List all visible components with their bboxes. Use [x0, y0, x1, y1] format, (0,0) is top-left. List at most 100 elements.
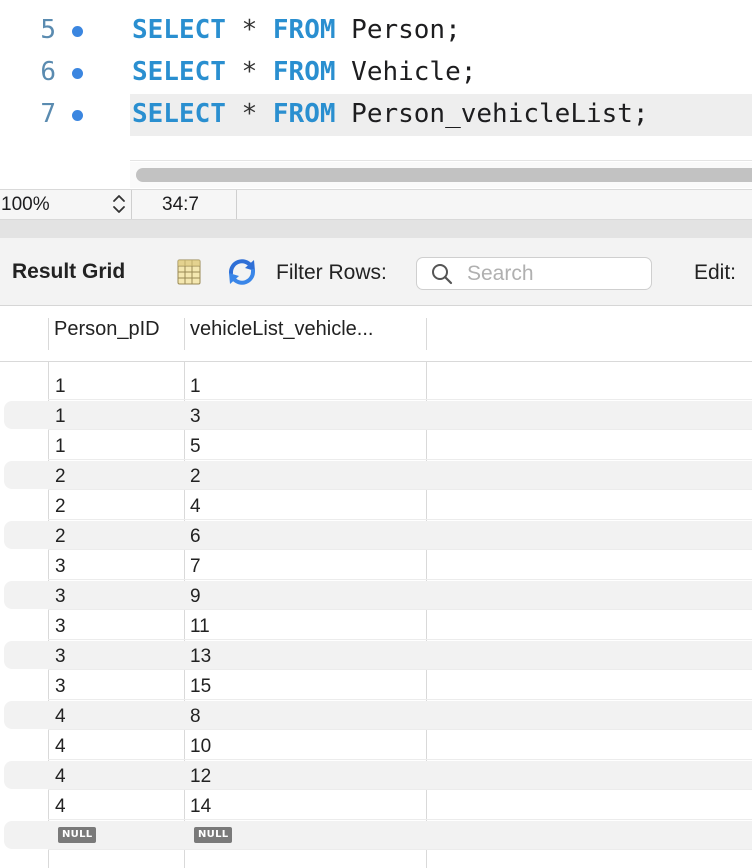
row-stripe	[4, 581, 752, 609]
table-row[interactable]: 26	[0, 520, 752, 550]
panel-splitter[interactable]	[0, 220, 752, 238]
table-cell[interactable]: 10	[190, 736, 211, 758]
table-cell[interactable]: 5	[190, 436, 201, 458]
table-row[interactable]: 3 11	[0, 610, 752, 640]
table-cell[interactable]: 3	[55, 646, 66, 668]
code-token: Person;	[335, 15, 461, 45]
row-stripe	[4, 821, 752, 849]
table-cell[interactable]: 4	[55, 736, 66, 758]
sql-editor[interactable]: 5 SELECT * FROM Person; 6 SELECT * FROM Veh…	[0, 0, 752, 160]
table-cell[interactable]: 3	[55, 676, 66, 698]
chevron-updown-icon	[113, 195, 125, 213]
table-row[interactable]: 4 12	[0, 760, 752, 790]
table-cell[interactable]: 6	[190, 526, 201, 548]
table-cell[interactable]: 2	[55, 526, 66, 548]
table-cell[interactable]: 11	[190, 616, 210, 638]
statement-marker-icon[interactable]	[72, 68, 83, 79]
sql-keyword: SELECT	[132, 15, 226, 45]
row-gridline	[48, 849, 752, 850]
table-cell[interactable]: 1	[190, 376, 201, 398]
row-stripe	[4, 701, 752, 729]
row-stripe	[4, 461, 752, 489]
column-divider[interactable]	[48, 318, 49, 350]
cursor-position-value: 34:7	[162, 194, 199, 215]
statement-marker-icon[interactable]	[72, 110, 83, 121]
table-cell[interactable]: 2	[190, 466, 201, 488]
table-cell[interactable]: 2	[55, 496, 66, 518]
search-field[interactable]	[416, 257, 652, 290]
code-line[interactable]: 6 SELECT * FROM Vehicle;	[0, 52, 752, 94]
line-number: 5	[40, 15, 56, 45]
statement-marker-icon[interactable]	[72, 26, 83, 37]
row-stripe	[4, 761, 752, 789]
table-row[interactable]: 22	[0, 460, 752, 490]
zoom-value: 100%	[1, 194, 50, 215]
null-badge[interactable]: NULL	[58, 827, 97, 843]
code-token: Vehicle;	[335, 57, 477, 87]
horizontal-scrollbar-thumb[interactable]	[136, 168, 752, 182]
column-divider[interactable]	[184, 318, 185, 350]
code-token: *	[241, 57, 258, 87]
table-cell[interactable]: 14	[190, 796, 211, 818]
result-grid[interactable]: Person_pID vehicleList_vehicle... 111315…	[0, 306, 752, 868]
code-text: SELECT * FROM Person_vehicleList;	[132, 99, 649, 129]
table-row[interactable]: 11	[0, 370, 752, 400]
table-cell[interactable]: 3	[55, 556, 66, 578]
table-cell[interactable]: 1	[55, 376, 66, 398]
column-header-person-pid[interactable]: Person_pID	[54, 318, 160, 350]
editor-divider	[130, 160, 752, 161]
table-row[interactable]: 24	[0, 490, 752, 520]
table-cell[interactable]: 9	[190, 586, 201, 608]
table-cell[interactable]: 4	[55, 766, 66, 788]
refresh-icon[interactable]	[224, 257, 260, 287]
table-cell[interactable]: 3	[55, 616, 66, 638]
cursor-position: 34:7	[133, 190, 237, 219]
grid-view-icon[interactable]	[174, 258, 204, 286]
row-stripe	[4, 401, 752, 429]
row-stripe	[4, 641, 752, 669]
code-line[interactable]: 5 SELECT * FROM Person;	[0, 10, 752, 52]
table-cell[interactable]: 4	[55, 706, 66, 728]
column-divider[interactable]	[426, 318, 427, 350]
table-row[interactable]: 4 10	[0, 730, 752, 760]
table-cell[interactable]: 1	[55, 436, 66, 458]
table-cell[interactable]: 8	[190, 706, 201, 728]
table-row[interactable]: 3 13	[0, 640, 752, 670]
table-row[interactable]: 48	[0, 700, 752, 730]
table-row[interactable]: 37	[0, 550, 752, 580]
table-row[interactable]: 13	[0, 400, 752, 430]
code-line[interactable]: 7 SELECT * FROM Person_vehicleList;	[0, 94, 752, 136]
zoom-select[interactable]: 100%	[0, 190, 132, 219]
table-row[interactable]: 4 14	[0, 790, 752, 820]
search-input[interactable]	[467, 261, 643, 286]
code-token: Person_vehicleList;	[335, 99, 649, 129]
table-cell[interactable]: 3	[190, 406, 201, 428]
result-grid-tab[interactable]: Result Grid	[12, 260, 125, 284]
table-row[interactable]: 3 15	[0, 670, 752, 700]
sql-keyword: FROM	[272, 57, 336, 87]
table-cell[interactable]: 12	[190, 766, 211, 788]
table-cell[interactable]: 2	[55, 466, 66, 488]
table-cell[interactable]: 4	[190, 496, 201, 518]
table-row[interactable]: 39	[0, 580, 752, 610]
table-cell[interactable]: 15	[190, 676, 211, 698]
null-badge[interactable]: NULL	[194, 827, 233, 843]
search-icon	[432, 264, 453, 285]
sql-keyword: FROM	[272, 99, 336, 129]
table-cell[interactable]: 1	[55, 406, 66, 428]
column-header-vehiclelist[interactable]: vehicleList_vehicle...	[190, 318, 373, 350]
table-cell[interactable]: 3	[55, 586, 66, 608]
grid-rows: 1 1 1 3 1 5 2 2 2 4 2 6 3 7 3 9 3 11 3 13 3 15 4 8 4 10 4 12 4 14 NULL…	[0, 370, 752, 850]
table-cell[interactable]: 13	[190, 646, 211, 668]
table-cell[interactable]: 7	[190, 556, 201, 578]
table-cell[interactable]: 4	[55, 796, 66, 818]
table-row[interactable]: 15	[0, 430, 752, 460]
code-text: SELECT * FROM Person;	[132, 15, 461, 45]
code-text: SELECT * FROM Vehicle;	[132, 57, 476, 87]
table-row[interactable]: NULL NULL	[0, 820, 752, 850]
filter-rows-label: Filter Rows:	[276, 261, 387, 284]
